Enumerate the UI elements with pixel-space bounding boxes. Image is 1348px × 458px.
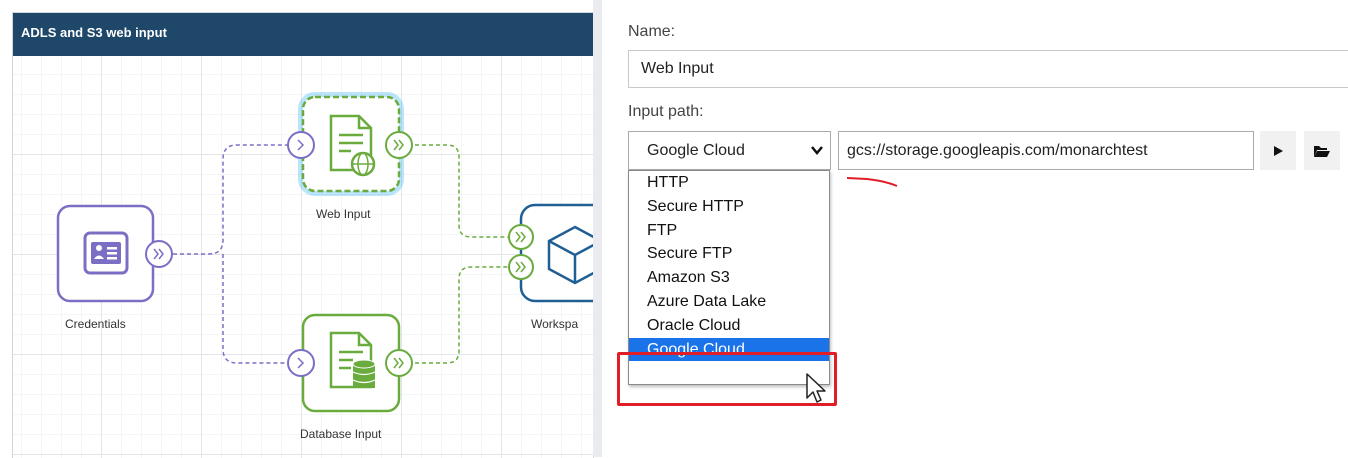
- input-path-field[interactable]: [838, 131, 1254, 170]
- option-http[interactable]: HTTP: [629, 171, 829, 195]
- annotation-underline: [846, 177, 898, 187]
- workspace-label: Workspa: [531, 317, 579, 331]
- mouse-pointer-icon: [806, 373, 826, 403]
- name-input[interactable]: [628, 50, 1348, 88]
- input-path-label: Input path:: [628, 103, 704, 120]
- database-input-input-port[interactable]: [287, 349, 315, 377]
- workflow-canvas-panel: ADLS and S3 web input Credentials Web In…: [12, 12, 594, 458]
- option-ftp[interactable]: FTP: [629, 219, 829, 243]
- browse-button[interactable]: [1304, 131, 1340, 170]
- option-azure-data-lake[interactable]: Azure Data Lake: [629, 290, 829, 314]
- option-secure-ftp[interactable]: Secure FTP: [629, 242, 829, 266]
- credentials-output-port[interactable]: [145, 240, 173, 268]
- web-input-node[interactable]: [287, 92, 413, 196]
- option-secure-http[interactable]: Secure HTTP: [629, 195, 829, 219]
- database-input-label: Database Input: [300, 427, 382, 441]
- folder-open-icon: [1314, 145, 1330, 157]
- protocol-select[interactable]: Google Cloud: [628, 131, 831, 170]
- web-input-input-port[interactable]: [287, 131, 315, 159]
- workflow-diagram: [56, 92, 593, 413]
- option-oracle-cloud[interactable]: Oracle Cloud: [629, 314, 829, 338]
- credentials-label: Credentials: [65, 317, 126, 331]
- web-input-label: Web Input: [316, 207, 371, 221]
- workspace-input-port-1[interactable]: [508, 224, 534, 250]
- web-input-output-port[interactable]: [385, 131, 413, 159]
- workspace-node[interactable]: [508, 203, 593, 303]
- protocol-select-value: Google Cloud: [647, 142, 745, 159]
- workspace-input-port-2[interactable]: [508, 254, 534, 280]
- database-cylinder-icon: [352, 359, 376, 388]
- credentials-node[interactable]: [56, 204, 173, 303]
- database-input-node[interactable]: [287, 313, 413, 413]
- play-icon: [1274, 145, 1283, 156]
- option-amazon-s3[interactable]: Amazon S3: [629, 266, 829, 290]
- annotation-highlight-box: [617, 352, 837, 406]
- name-label: Name:: [628, 23, 676, 40]
- database-input-output-port[interactable]: [385, 349, 413, 377]
- panel-splitter[interactable]: [593, 0, 602, 457]
- run-button[interactable]: [1260, 131, 1296, 170]
